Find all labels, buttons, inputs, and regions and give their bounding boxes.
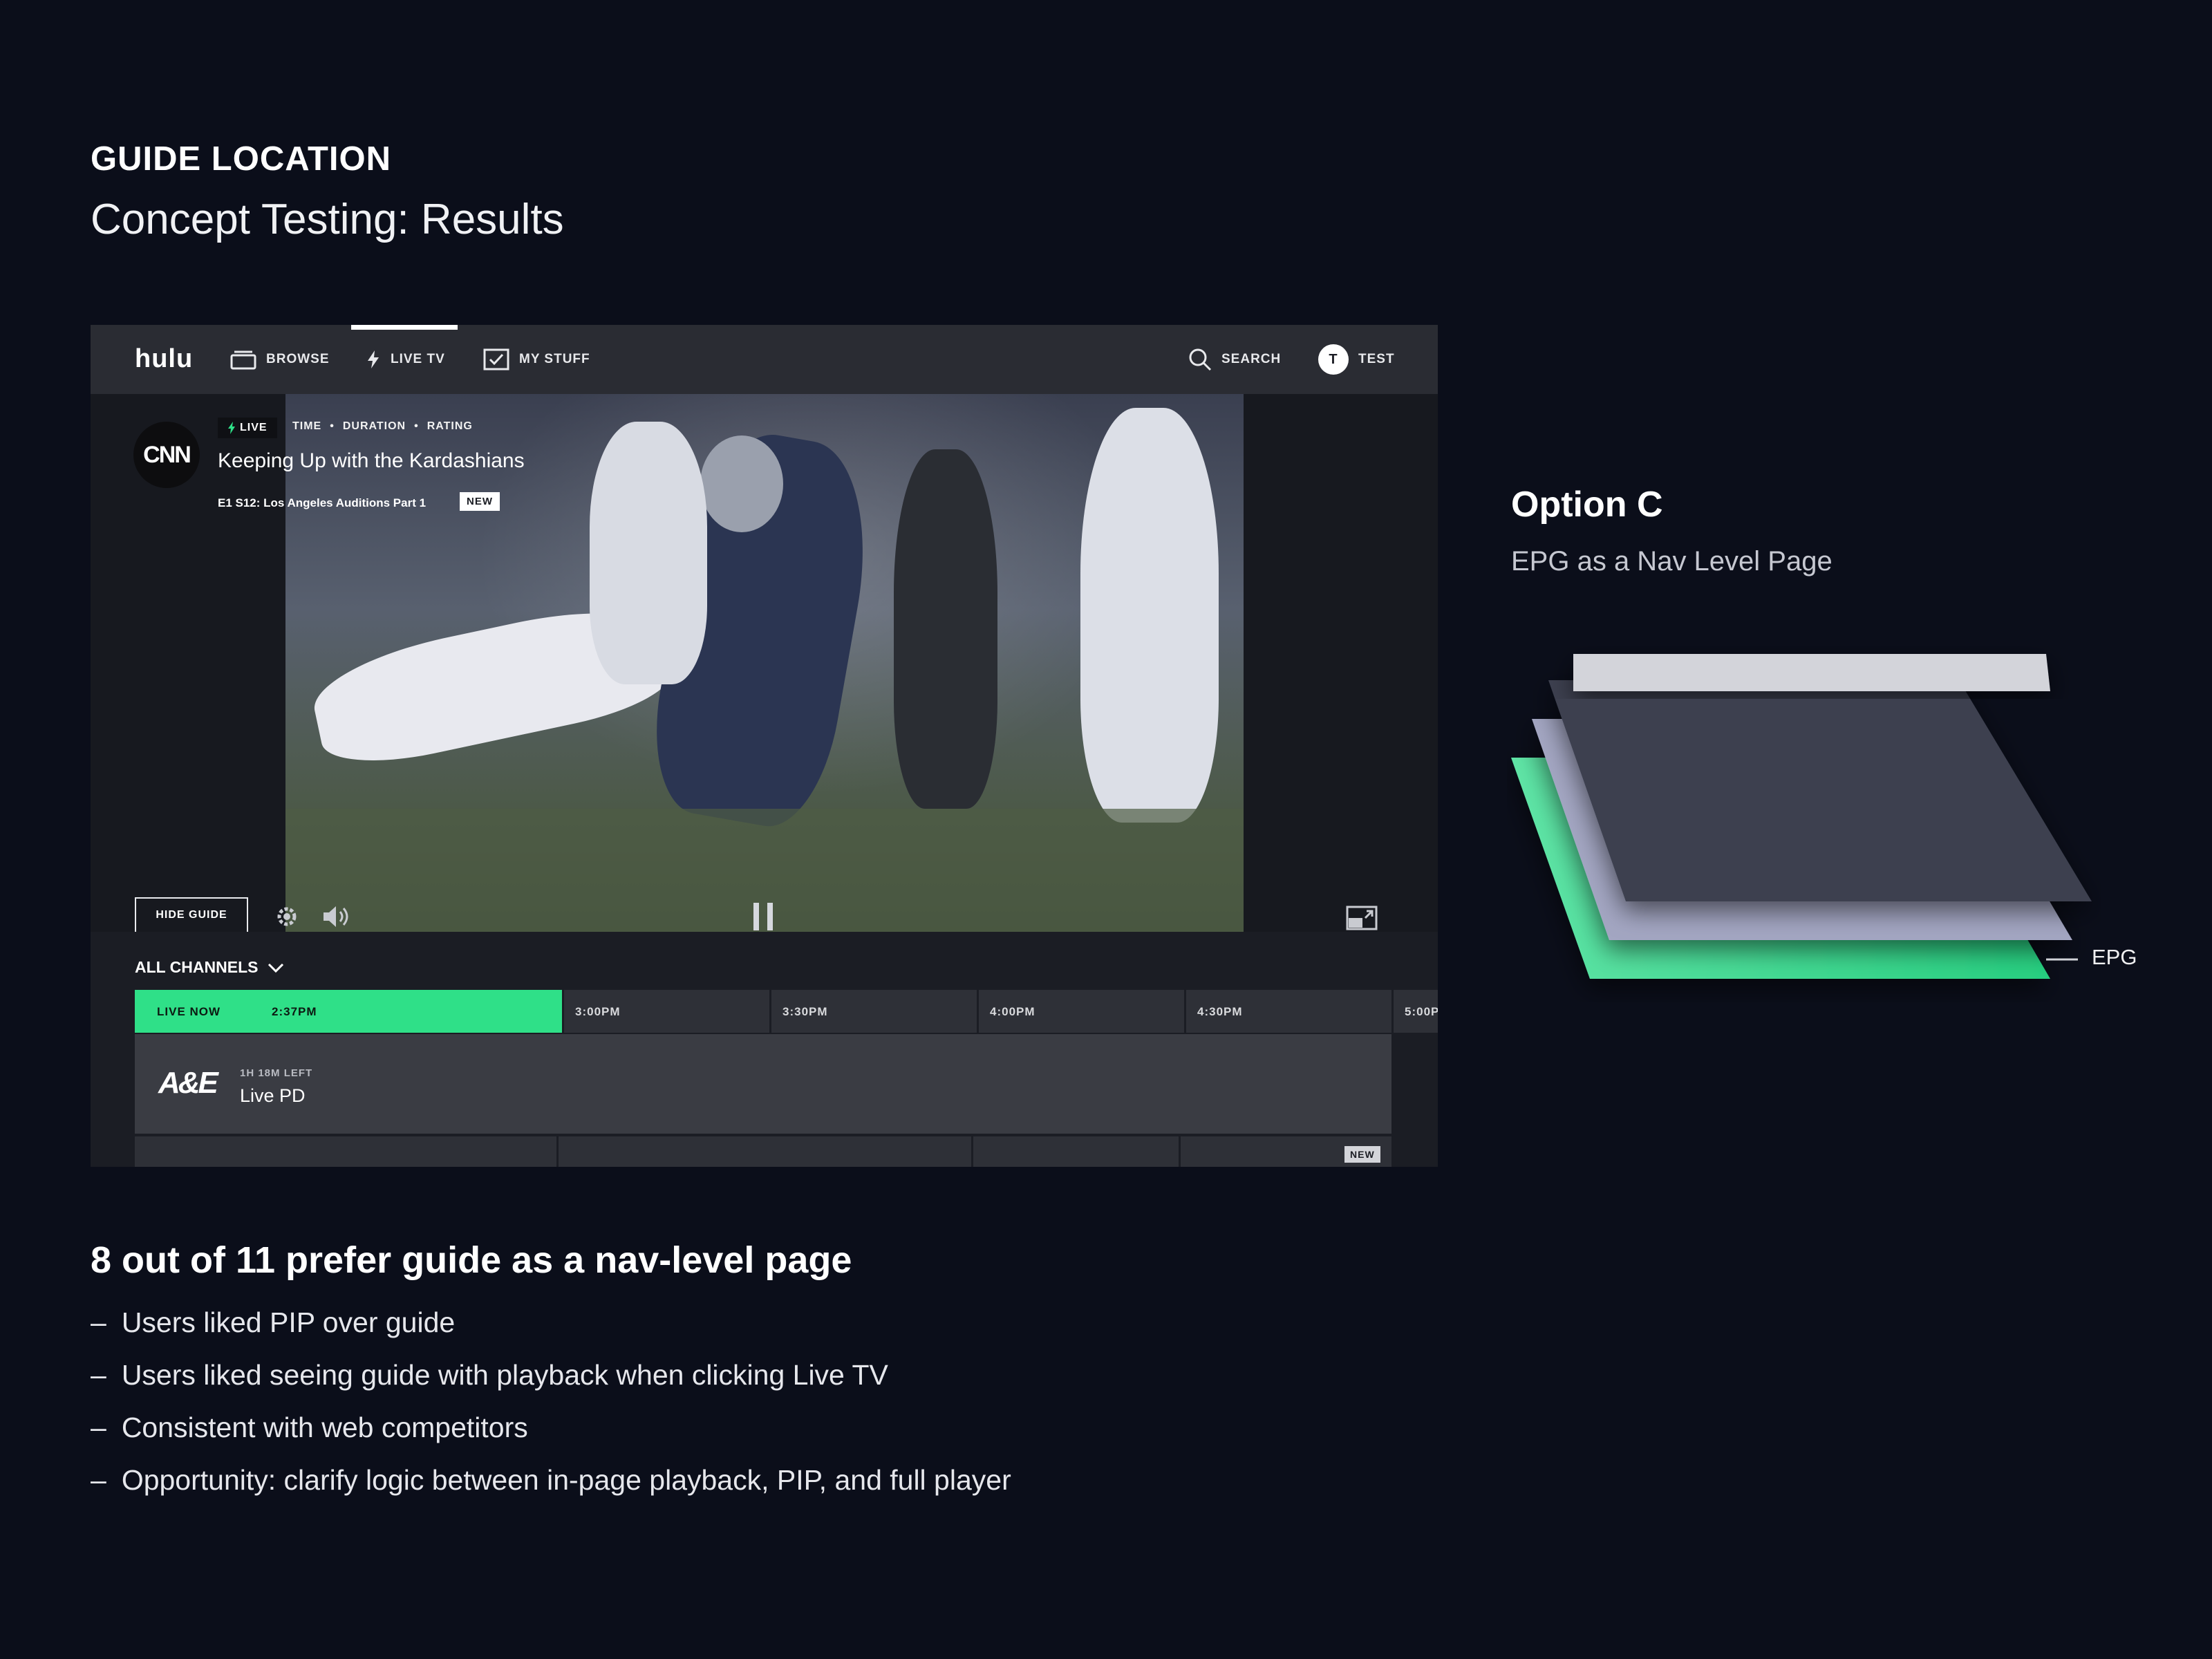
timeslot[interactable]: 4:00PM [977, 990, 1184, 1033]
live-now-bar[interactable]: LIVE NOW 2:37PM [135, 990, 562, 1033]
channel-row[interactable]: A&E 1H 18M LEFT Live PD [135, 1034, 1391, 1134]
channel-filter-dropdown[interactable]: ALL CHANNELS [135, 958, 284, 977]
player-figure [1080, 408, 1219, 823]
player-helmet [700, 435, 783, 532]
nav-browse[interactable]: BROWSE [230, 325, 330, 394]
list-item: – Users liked seeing guide with playback … [91, 1359, 1011, 1412]
meta-separator: • [330, 420, 335, 432]
nav-live-tv[interactable]: LIVE TV [366, 325, 445, 394]
nav-live-tv-label: LIVE TV [391, 352, 445, 366]
timeslot[interactable]: 3:30PM [769, 990, 977, 1033]
nav-my-stuff-label: MY STUFF [519, 352, 590, 366]
profile-menu[interactable]: T TEST [1318, 325, 1395, 394]
pip-icon[interactable] [1346, 906, 1378, 930]
hulu-screen-mockup: hulu BROWSE LIVE TV MY STUFF SEARCH T TE… [91, 325, 1438, 1167]
meta-rating: RATING [427, 420, 473, 432]
live-now-label: LIVE NOW [157, 1005, 221, 1018]
lightning-icon [228, 422, 235, 434]
current-time: 2:37PM [272, 1005, 317, 1018]
video-frame[interactable] [285, 394, 1244, 932]
epg-guide: ALL CHANNELS LIVE NOW 2:37PM 3:00PM 3:30… [91, 932, 1438, 1167]
findings-title: 8 out of 11 prefer guide as a nav-level … [91, 1239, 852, 1281]
network-logo-ae: A&E [158, 1066, 218, 1100]
gear-icon[interactable] [273, 903, 301, 930]
meta-time: TIME [292, 420, 322, 432]
list-item: – Users liked PIP over guide [91, 1306, 1011, 1359]
program-name: Live PD [240, 1085, 306, 1106]
volume-icon[interactable] [321, 904, 356, 929]
top-nav: hulu BROWSE LIVE TV MY STUFF SEARCH T TE… [91, 325, 1438, 394]
nav-my-stuff[interactable]: MY STUFF [483, 325, 590, 394]
avatar: T [1318, 344, 1349, 375]
meta-separator: • [414, 420, 419, 432]
timeslot[interactable]: 5:00P [1391, 990, 1438, 1033]
search-button[interactable]: SEARCH [1188, 325, 1281, 394]
hide-guide-button[interactable]: HIDE GUIDE [135, 897, 248, 933]
player-area: CNN LIVE TIME • DURATION • RATING Keepin… [91, 394, 1438, 933]
nav-browse-label: BROWSE [266, 352, 330, 366]
live-badge: LIVE [218, 418, 277, 438]
top-layer [1573, 654, 2050, 691]
live-badge-label: LIVE [240, 422, 268, 433]
program-title: Keeping Up with the Kardashians [218, 449, 525, 472]
channel-row[interactable]: NEW [135, 1136, 1391, 1167]
epg-layer-label: EPG [2092, 945, 2137, 969]
meta-duration: DURATION [342, 420, 406, 432]
pause-icon[interactable] [749, 900, 777, 933]
lightning-icon [368, 350, 379, 368]
finding-text: Users liked PIP over guide [121, 1306, 456, 1338]
list-item: – Opportunity: clarify logic between in-p… [91, 1464, 1011, 1517]
chevron-down-icon [268, 963, 284, 973]
hulu-logo[interactable]: hulu [135, 344, 193, 374]
timeslot[interactable]: 4:30PM [1184, 990, 1391, 1033]
findings-list: – Users liked PIP over guide – Users liked… [91, 1306, 1011, 1517]
time-remaining: 1H 18M LEFT [240, 1067, 313, 1079]
player-figure [590, 422, 707, 684]
timeslot[interactable]: 3:00PM [562, 990, 769, 1033]
channel-filter-label: ALL CHANNELS [135, 958, 259, 976]
program-meta: TIME • DURATION • RATING [292, 420, 473, 433]
episode-info: E1 S12: Los Angeles Auditions Part 1 [218, 496, 427, 509]
finding-text: Consistent with web competitors [121, 1412, 528, 1443]
finding-text: Users liked seeing guide with playback w… [121, 1359, 888, 1391]
option-title: Option C [1511, 485, 1663, 525]
finding-text: Opportunity: clarify logic between in-pa… [121, 1464, 1011, 1496]
eyebrow-title: GUIDE LOCATION [91, 140, 392, 178]
search-icon [1189, 348, 1212, 371]
browse-icon [230, 350, 256, 370]
layer-diagram [1511, 654, 2092, 979]
option-subtitle: EPG as a Nav Level Page [1511, 546, 1833, 577]
list-item: – Consistent with web competitors [91, 1412, 1011, 1464]
new-badge: NEW [460, 492, 500, 511]
checkbox-icon [483, 348, 509, 371]
search-label: SEARCH [1221, 352, 1282, 366]
dark-layer [1548, 680, 2092, 901]
referee-figure [894, 449, 997, 809]
page-subtitle: Concept Testing: Results [91, 196, 564, 243]
profile-name: TEST [1358, 352, 1395, 366]
network-logo-cnn: CNN [133, 422, 200, 488]
new-badge: NEW [1344, 1146, 1380, 1163]
